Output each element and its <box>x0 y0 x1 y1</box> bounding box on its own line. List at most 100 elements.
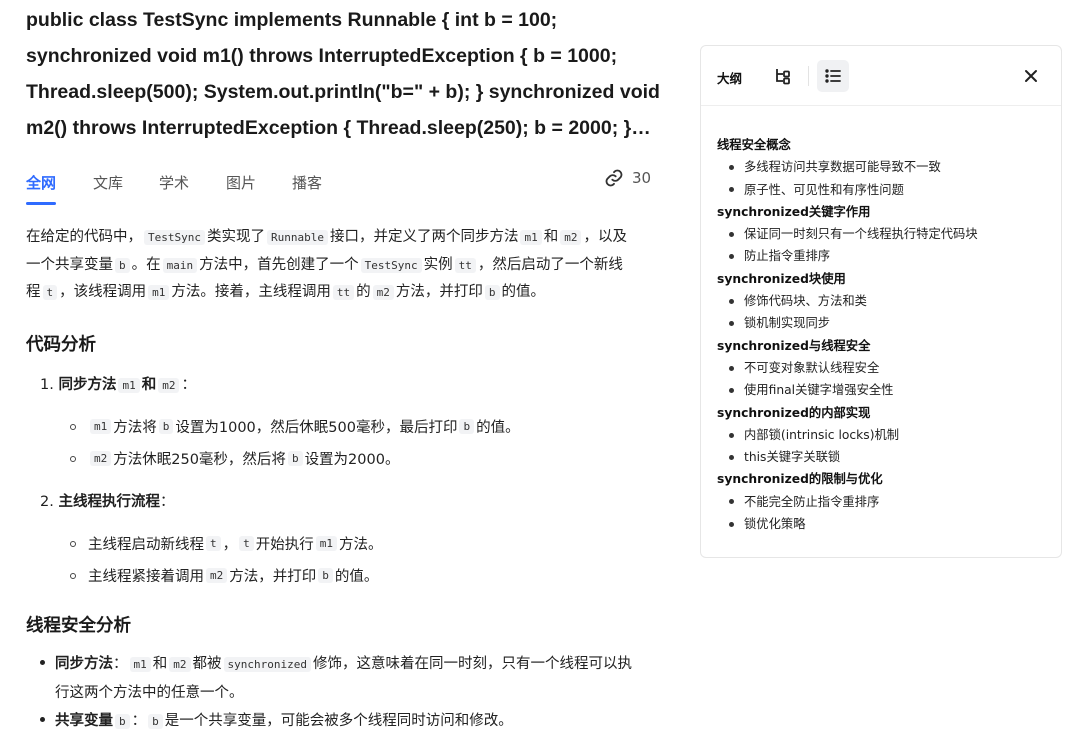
inline-code: t <box>206 536 221 551</box>
inline-code: b <box>318 568 333 583</box>
outline-point[interactable]: 防止指令重排序 <box>717 245 1051 267</box>
mindmap-view-button[interactable] <box>767 60 799 92</box>
text: 主线程启动新线程 <box>88 537 204 553</box>
inline-code: b <box>158 419 174 434</box>
inline-code: b <box>287 451 303 466</box>
tab-all-web[interactable]: 全网 <box>26 172 56 193</box>
outline-point[interactable]: 内部锁(intrinsic locks)机制 <box>717 424 1051 446</box>
text: 都被 <box>192 656 222 672</box>
ordered-item-sync-methods: 1. 同步方法 m1 和 m2： <box>40 373 196 394</box>
outline-point[interactable]: 不可变对象默认线程安全 <box>717 357 1051 379</box>
inline-code: b <box>484 285 500 300</box>
item-bold: 和 <box>141 377 157 393</box>
mindmap-icon <box>776 69 790 85</box>
outline-point-label: this关键字关联锁 <box>744 450 841 465</box>
text: ，以及 <box>583 229 627 245</box>
text: 的值。 <box>334 569 379 585</box>
bullet-icon <box>40 659 45 665</box>
inline-code: m1 <box>90 419 112 434</box>
close-icon <box>1025 70 1037 82</box>
outline-point-label: 保证同一时刻只有一个线程执行特定代码块 <box>744 227 978 242</box>
outline-point[interactable]: 锁优化策略 <box>717 513 1051 535</box>
tab-academic[interactable]: 学术 <box>159 172 189 193</box>
text: 一个共享变量 <box>26 256 113 273</box>
text: 和 <box>152 656 168 672</box>
text: ， <box>222 537 238 553</box>
text: 方法，并打印 <box>395 284 483 300</box>
bullet-item-shared-variable: 共享变量 b： b 是一个共享变量，可能会被多个线程同时访问和修改。 <box>40 707 660 730</box>
inline-code: tt <box>332 285 355 300</box>
text: ，然后启动了一个新线 <box>477 256 623 273</box>
text: ： <box>113 656 128 672</box>
list-view-button[interactable] <box>817 60 849 92</box>
outline-point-label: 锁优化策略 <box>744 517 806 532</box>
outline-point[interactable]: 多线程访问共享数据可能导致不一致 <box>717 156 1051 178</box>
circle-bullet-icon <box>70 423 76 430</box>
text: 方法中，首先创建了一个 <box>199 256 359 273</box>
bullet-icon <box>729 298 734 304</box>
bullet-icon <box>729 187 734 193</box>
text: 方法。 <box>339 537 383 553</box>
outline-point[interactable]: 不能完全防止指令重排序 <box>717 491 1051 513</box>
text: 修饰，这意味着在同一时刻，只有一个线程可以执 <box>312 656 632 672</box>
inline-code: m2 <box>206 568 228 583</box>
reference-links-button[interactable]: 30 <box>604 168 651 188</box>
list-icon <box>825 69 841 83</box>
outline-section-title[interactable]: 线程安全概念 <box>717 134 1051 156</box>
bullet-icon <box>729 164 734 170</box>
inline-code: m1 <box>118 378 140 393</box>
outline-section-title[interactable]: synchronized块使用 <box>717 268 1051 290</box>
question-line: public class TestSync implements Runnabl… <box>26 9 558 31</box>
inline-code: m1 <box>129 657 151 672</box>
text: 接口，并定义了两个同步方法 <box>329 229 519 245</box>
text: 方法。接着，主线程调用 <box>171 284 331 300</box>
inline-code: b <box>115 714 130 729</box>
inline-code: m1 <box>520 230 542 245</box>
outline-section-title[interactable]: synchronized的限制与优化 <box>717 468 1051 490</box>
text: 类实现了 <box>206 229 265 245</box>
outline-point-label: 防止指令重排序 <box>744 249 831 264</box>
inline-code: m2 <box>169 657 191 672</box>
outline-point[interactable]: 使用final关键字增强安全性 <box>717 379 1051 401</box>
inline-code: TestSync <box>144 230 205 245</box>
outline-panel: 大纲 线程安全概念 多线程访问共享数据可能导致不一致 原子性、可见性和有序性问题… <box>700 45 1062 558</box>
text: 行这两个方法中的任意一个。 <box>55 685 244 701</box>
answer-main: public class TestSync implements Runnabl… <box>26 0 666 307</box>
outline-point[interactable]: 锁机制实现同步 <box>717 312 1051 334</box>
outline-point-label: 不可变对象默认线程安全 <box>744 360 880 375</box>
text: 设置为2000。 <box>304 452 400 468</box>
text: 开始执行 <box>255 537 314 553</box>
text: 的 <box>356 284 371 300</box>
outline-point-label: 内部锁(intrinsic locks)机制 <box>744 427 900 442</box>
outline-section-title[interactable]: synchronized的内部实现 <box>717 402 1051 424</box>
item-bold: 同步方法 <box>55 656 113 672</box>
sub-list-item: 主线程紧接着调用 m2 方法，并打印 b 的值。 <box>70 565 378 586</box>
text: 方法休眠250毫秒，然后将 <box>113 452 286 468</box>
outline-point[interactable]: 原子性、可见性和有序性问题 <box>717 179 1051 201</box>
close-button[interactable] <box>1019 64 1043 92</box>
outline-point[interactable]: 修饰代码块、方法和类 <box>717 290 1051 312</box>
tab-library[interactable]: 文库 <box>93 172 123 193</box>
outline-section-title[interactable]: synchronized关键字作用 <box>717 201 1051 223</box>
section-heading-code-analysis: 代码分析 <box>26 335 96 355</box>
sub-list-item: 主线程启动新线程 t， t 开始执行 m1 方法。 <box>70 533 383 554</box>
outline-point[interactable]: this关键字关联锁 <box>717 446 1051 468</box>
text: 的值。 <box>476 420 520 436</box>
inline-code: m1 <box>148 285 170 300</box>
circle-bullet-icon <box>70 540 76 547</box>
text: 在给定的代码中， <box>26 229 142 245</box>
inline-code: m1 <box>315 536 337 551</box>
bullet-icon <box>729 254 734 260</box>
sub-list-item: m2 方法休眠250毫秒，然后将 b 设置为2000。 <box>70 448 399 469</box>
tab-podcast[interactable]: 播客 <box>292 172 322 193</box>
bullet-icon <box>729 521 734 527</box>
outline-list: 线程安全概念 多线程访问共享数据可能导致不一致 原子性、可见性和有序性问题 sy… <box>717 134 1051 535</box>
inline-code: t <box>239 536 254 551</box>
outline-point[interactable]: 保证同一时刻只有一个线程执行特定代码块 <box>717 223 1051 245</box>
header-divider <box>808 66 809 86</box>
inline-code: tt <box>454 257 476 273</box>
tab-images[interactable]: 图片 <box>226 172 256 193</box>
circle-bullet-icon <box>70 455 76 462</box>
item-bold: 同步方法 <box>58 377 117 393</box>
outline-section-title[interactable]: synchronized与线程安全 <box>717 335 1051 357</box>
